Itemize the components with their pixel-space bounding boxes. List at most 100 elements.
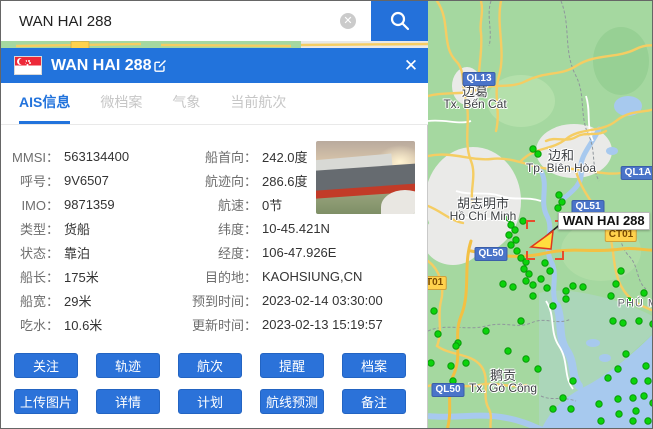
search-input[interactable]: [1, 1, 337, 41]
ship-dot[interactable]: [506, 232, 512, 238]
ship-dot[interactable]: [598, 418, 604, 424]
ship-dot[interactable]: [500, 281, 506, 287]
upload-photo-button[interactable]: 上传图片: [14, 389, 78, 414]
ship-dot[interactable]: [483, 328, 489, 334]
ship-dot[interactable]: [450, 378, 456, 384]
ship-dot[interactable]: [641, 393, 647, 399]
ship-dot[interactable]: [615, 366, 621, 372]
archive-button[interactable]: 档案: [342, 353, 406, 378]
ship-dot[interactable]: [559, 199, 565, 205]
ship-dot[interactable]: [530, 282, 536, 288]
ship-dot[interactable]: [570, 378, 576, 384]
info-label: 更新时间：: [187, 315, 257, 334]
follow-button[interactable]: 关注: [14, 353, 78, 378]
ship-dot[interactable]: [521, 266, 527, 272]
ship-dot[interactable]: [633, 408, 639, 414]
ship-dot[interactable]: [645, 418, 651, 424]
ship-dot[interactable]: [448, 363, 454, 369]
info-row: 目的地：KAOHSIUNG,CN: [187, 264, 419, 288]
ship-dot[interactable]: [518, 318, 524, 324]
ship-dot[interactable]: [596, 401, 602, 407]
ship-dot[interactable]: [618, 268, 624, 274]
ship-dot[interactable]: [514, 248, 520, 254]
ship-dot[interactable]: [508, 242, 514, 248]
info-row: 呼号：9V6507: [1, 169, 187, 193]
ship-dot[interactable]: [544, 285, 550, 291]
plan-button[interactable]: 计划: [178, 389, 242, 414]
track-button[interactable]: 轨迹: [96, 353, 160, 378]
ship-dot[interactable]: [550, 406, 556, 412]
info-row: IMO：9871359: [1, 193, 187, 217]
ship-dot[interactable]: [568, 406, 574, 412]
ship-dot[interactable]: [630, 418, 636, 424]
tab-current-voyage[interactable]: 当前航次: [230, 83, 286, 124]
ship-dot[interactable]: [505, 348, 511, 354]
ship-dot[interactable]: [506, 215, 512, 221]
ship-dot[interactable]: [610, 318, 616, 324]
ship-dot[interactable]: [523, 356, 529, 362]
ship-dot[interactable]: [512, 227, 518, 233]
tab-weather[interactable]: 气象: [172, 83, 200, 124]
ship-dot[interactable]: [615, 396, 621, 402]
ship-dot[interactable]: [605, 375, 611, 381]
tab-micro-archive[interactable]: 微档案: [100, 83, 142, 124]
info-value: 9871359: [64, 197, 115, 212]
info-row: 类型：货船: [1, 217, 187, 241]
ship-dot[interactable]: [645, 378, 651, 384]
ship-dot[interactable]: [608, 293, 614, 299]
clear-search-icon[interactable]: ✕: [340, 13, 356, 29]
ship-dot[interactable]: [560, 395, 566, 401]
ship-dot[interactable]: [547, 268, 553, 274]
ship-dot[interactable]: [428, 360, 434, 366]
ship-dot[interactable]: [643, 363, 649, 369]
ship-dot[interactable]: [530, 146, 536, 152]
ship-dot[interactable]: [563, 296, 569, 302]
info-label: 吃水：: [1, 315, 59, 334]
search-button[interactable]: [371, 1, 428, 41]
info-label: 预到时间：: [187, 291, 257, 310]
ship-dot[interactable]: [463, 360, 469, 366]
ship-dot[interactable]: [613, 281, 619, 287]
ship-dot[interactable]: [636, 318, 642, 324]
ship-dot[interactable]: [535, 366, 541, 372]
ship-photo[interactable]: [316, 141, 415, 214]
alert-button[interactable]: 提醒: [260, 353, 324, 378]
ship-dot[interactable]: [542, 260, 548, 266]
ship-dot[interactable]: [631, 378, 637, 384]
details-button[interactable]: 详情: [96, 389, 160, 414]
ship-dot[interactable]: [513, 237, 519, 243]
close-icon[interactable]: ✕: [399, 48, 423, 83]
ship-dot[interactable]: [530, 293, 536, 299]
route-forecast-button[interactable]: 航线预测: [260, 389, 324, 414]
ship-dot[interactable]: [556, 192, 562, 198]
info-column-left: MMSI：563134400呼号：9V6507IMO：9871359类型：货船状…: [1, 145, 187, 336]
ship-dot[interactable]: [523, 278, 529, 284]
ship-dot[interactable]: [526, 271, 532, 277]
ship-dot[interactable]: [520, 218, 526, 224]
info-value: 2023-02-14 03:30:00: [262, 293, 383, 308]
ship-dot[interactable]: [550, 303, 556, 309]
ship-dot[interactable]: [538, 276, 544, 282]
ship-dot[interactable]: [570, 283, 576, 289]
ship-dot[interactable]: [626, 298, 632, 304]
ship-dot[interactable]: [616, 411, 622, 417]
ship-dot[interactable]: [641, 290, 647, 296]
ship-dot[interactable]: [555, 205, 561, 211]
info-value: 175米: [64, 267, 99, 286]
ship-dot[interactable]: [510, 284, 516, 290]
ship-dot[interactable]: [535, 151, 541, 157]
note-button[interactable]: 备注: [342, 389, 406, 414]
ship-dot[interactable]: [580, 284, 586, 290]
ship-dot[interactable]: [563, 288, 569, 294]
ship-dot[interactable]: [435, 331, 441, 337]
info-label: 类型：: [1, 219, 59, 238]
ship-dot[interactable]: [431, 308, 437, 314]
ship-dot[interactable]: [453, 343, 459, 349]
ship-dot[interactable]: [620, 320, 626, 326]
voyages-button[interactable]: 航次: [178, 353, 242, 378]
edit-icon[interactable]: [153, 59, 167, 73]
ship-dot[interactable]: [623, 351, 629, 357]
tab-ais-info[interactable]: AIS信息: [19, 83, 70, 124]
info-row: 预到时间： 2023-02-14 03:30:00: [187, 288, 419, 312]
ship-dot[interactable]: [630, 395, 636, 401]
